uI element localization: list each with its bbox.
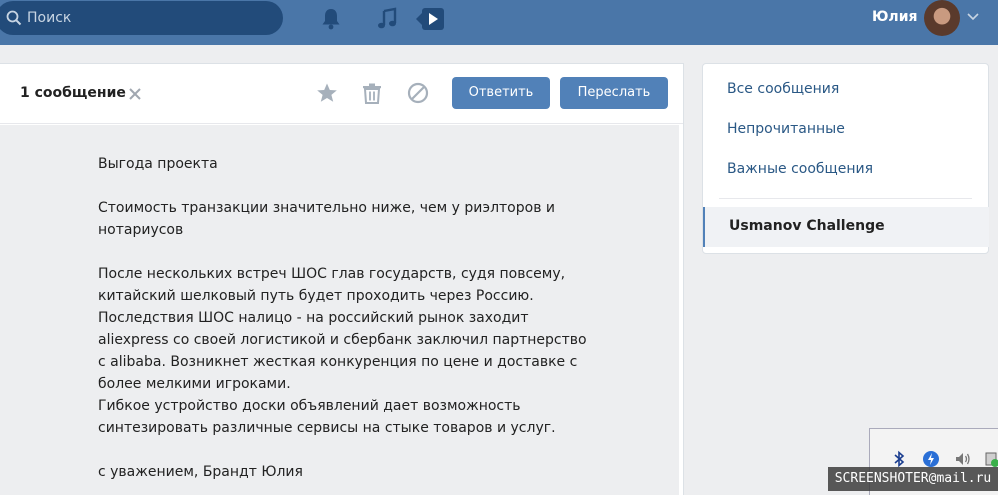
search-box[interactable]: [0, 1, 283, 35]
selected-count: 1 сообщение: [20, 85, 126, 101]
message-text: Выгода проекта Стоимость транзакции знач…: [98, 156, 587, 480]
nav-item-active-chat[interactable]: Usmanov Challenge: [703, 207, 989, 247]
message-body: Выгода проекта Стоимость транзакции знач…: [0, 125, 679, 495]
active-chat-label: Usmanov Challenge: [729, 218, 885, 234]
search-icon: [6, 10, 22, 26]
user-name[interactable]: Юлия: [872, 9, 918, 25]
bell-icon[interactable]: [318, 6, 344, 32]
block-icon[interactable]: [406, 81, 430, 105]
volume-icon[interactable]: [954, 450, 972, 468]
close-icon[interactable]: [128, 87, 142, 101]
screenshoter-watermark: SCREENSHOTER@mail.ru: [828, 467, 998, 491]
bluetooth-icon[interactable]: [890, 450, 908, 468]
star-icon[interactable]: [315, 81, 339, 105]
nav-item-all[interactable]: Все сообщения: [727, 81, 839, 97]
nav-item-unread[interactable]: Непрочитанные: [727, 121, 845, 137]
nav-item-important[interactable]: Важные сообщения: [727, 161, 873, 177]
trash-icon[interactable]: [360, 81, 384, 105]
message-toolbar: 1 сообщение Ответить Переслать: [0, 64, 683, 124]
usb-device-icon[interactable]: [982, 450, 998, 468]
video-play-icon[interactable]: [414, 6, 446, 32]
message-panel: 1 сообщение Ответить Переслать Выгода пр…: [0, 63, 684, 495]
chevron-down-icon[interactable]: [967, 13, 979, 21]
update-icon[interactable]: [922, 450, 940, 468]
search-input[interactable]: [27, 8, 267, 28]
divider: [719, 198, 972, 199]
forward-button[interactable]: Переслать: [560, 77, 668, 109]
reply-button[interactable]: Ответить: [452, 77, 550, 109]
top-bar: Юлия: [0, 0, 998, 45]
music-icon[interactable]: [375, 6, 401, 32]
avatar[interactable]: [924, 0, 960, 36]
messages-nav: Все сообщения Непрочитанные Важные сообщ…: [702, 63, 989, 254]
